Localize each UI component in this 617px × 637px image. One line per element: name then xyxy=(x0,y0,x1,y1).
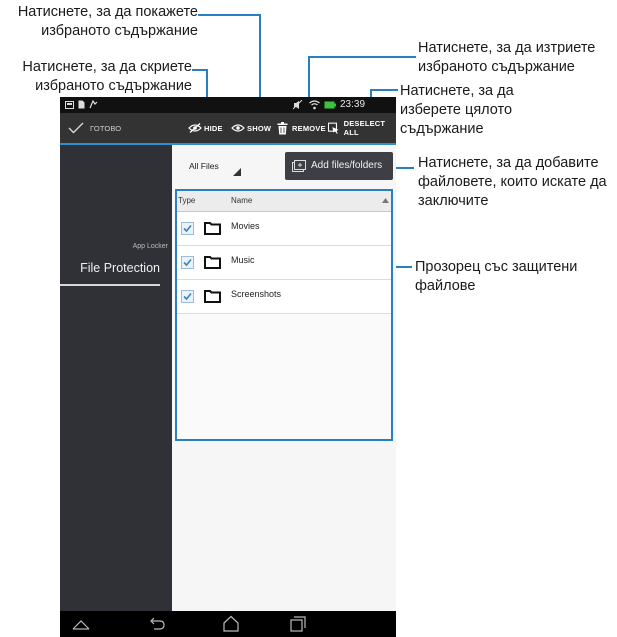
sidebar: App Locker File Protection xyxy=(60,145,172,611)
add-files-label: Add files/folders xyxy=(311,160,383,171)
home-icon[interactable] xyxy=(222,615,240,632)
dropdown-triangle-icon xyxy=(233,168,241,176)
show-label: SHOW xyxy=(247,123,272,133)
row-checkbox[interactable] xyxy=(181,256,194,269)
sort-ascending-icon[interactable] xyxy=(382,198,389,203)
checkmark-icon xyxy=(183,292,192,301)
callout-deselect-line-2: изберете цялото xyxy=(400,102,513,118)
deselect-label: DESELECT ALL xyxy=(343,119,386,137)
folder-icon xyxy=(204,222,221,235)
table-row-screenshots[interactable]: Screenshots xyxy=(177,280,391,314)
recent-apps-icon[interactable] xyxy=(290,616,306,632)
callout-add-files: Натиснете, за да добавите файловете, кои… xyxy=(418,154,617,211)
sidebar-item-label: File Protection xyxy=(80,261,160,275)
back-icon[interactable] xyxy=(148,617,166,631)
show-eye-icon xyxy=(231,124,245,132)
battery-icon xyxy=(324,101,336,109)
callout-show-line-1: Натиснете, за да покажете xyxy=(17,4,198,20)
hide-label: HIDE xyxy=(204,123,223,133)
trash-icon xyxy=(277,121,288,134)
folder-icon xyxy=(204,290,221,303)
remove-label: REMOVE xyxy=(292,123,326,133)
show-button[interactable]: SHOW xyxy=(231,113,271,143)
callout-remove-leader xyxy=(308,56,416,58)
callout-window-line-1: Прозорец със защитени xyxy=(415,259,578,275)
system-navigation-bar xyxy=(60,611,396,637)
row-name: Screenshots xyxy=(231,289,282,299)
checkmark-icon xyxy=(183,224,192,233)
deselect-cursor-icon xyxy=(328,122,339,134)
sidebar-section-label: App Locker xyxy=(132,243,168,250)
callout-hide-leader xyxy=(192,69,207,71)
callout-show-line-2: избраното съдържание xyxy=(41,23,198,39)
file-filter-select[interactable]: All Files xyxy=(189,155,249,181)
action-bar: ГОТОВО HIDE SHOW REMOVE DESELECT ALL xyxy=(60,113,396,143)
add-files-icon xyxy=(292,160,306,172)
row-checkbox[interactable] xyxy=(181,222,194,235)
callout-remove-line-2: избраното съдържание xyxy=(418,59,575,75)
callout-add-line-2: файловете, които искате да xyxy=(418,174,607,190)
status-bar: 23:39 xyxy=(60,97,396,113)
tablet-screen: 23:39 ГОТОВО HIDE SHOW REMOVE DESELECT A… xyxy=(60,97,396,637)
row-name: Movies xyxy=(231,221,260,231)
callout-deselect-leader xyxy=(370,89,398,91)
hide-eye-icon xyxy=(188,123,202,133)
callout-window-line-2: файлове xyxy=(415,278,476,294)
file-filter-value: All Files xyxy=(189,161,219,171)
sidebar-item-file-protection[interactable]: File Protection xyxy=(60,255,172,286)
callout-show: Натиснете, за да покажете избраното съдъ… xyxy=(8,3,198,41)
table-row-movies[interactable]: Movies xyxy=(177,212,391,246)
wifi-icon xyxy=(309,100,320,110)
callout-hide: Натиснете, за да скриете избраното съдър… xyxy=(8,58,192,96)
screenshot-notification-icon xyxy=(65,101,74,109)
done-label: ГОТОВО xyxy=(90,123,122,133)
callout-add-line-3: заключите xyxy=(418,193,489,209)
callout-remove: Натиснете, за да изтриете избраното съдъ… xyxy=(418,39,617,77)
row-checkbox[interactable] xyxy=(181,290,194,303)
hide-button[interactable]: HIDE xyxy=(188,113,223,143)
folder-icon xyxy=(204,256,221,269)
table-header: Type Name xyxy=(177,191,391,212)
checkmark-icon xyxy=(68,122,84,134)
table-row-music[interactable]: Music xyxy=(177,246,391,280)
done-button[interactable]: ГОТОВО xyxy=(68,113,121,143)
status-time: 23:39 xyxy=(340,99,366,110)
main-content: All Files Add files/folders Type Name Mo… xyxy=(172,145,396,611)
callout-remove-line-1: Натиснете, за да изтриете xyxy=(418,40,596,56)
callout-deselect: Натиснете, за да изберете цялото съдържа… xyxy=(400,82,600,139)
file-notification-icon xyxy=(78,100,85,109)
callout-file-window: Прозорец със защитени файлове xyxy=(415,258,615,296)
checkmark-icon xyxy=(183,258,192,267)
callout-add-line-1: Натиснете, за да добавите xyxy=(418,155,599,171)
add-files-button[interactable]: Add files/folders xyxy=(285,152,393,180)
mute-icon xyxy=(293,100,303,110)
column-header-type[interactable]: Type xyxy=(178,196,195,205)
callout-deselect-line-3: съдържание xyxy=(400,121,484,137)
menu-up-icon[interactable] xyxy=(72,619,90,630)
callout-hide-line-2: избраното съдържание xyxy=(35,78,192,94)
callout-show-leader xyxy=(198,14,260,16)
usb-notification-icon xyxy=(89,100,98,109)
column-header-name[interactable]: Name xyxy=(231,196,252,205)
callout-hide-line-1: Натиснете, за да скриете xyxy=(22,59,192,75)
deselect-all-button[interactable]: DESELECT ALL xyxy=(328,113,396,143)
row-name: Music xyxy=(231,255,255,265)
remove-button[interactable]: REMOVE xyxy=(277,113,326,143)
callout-deselect-line-1: Натиснете, за да xyxy=(400,83,514,99)
sidebar-item-underline xyxy=(60,284,160,286)
